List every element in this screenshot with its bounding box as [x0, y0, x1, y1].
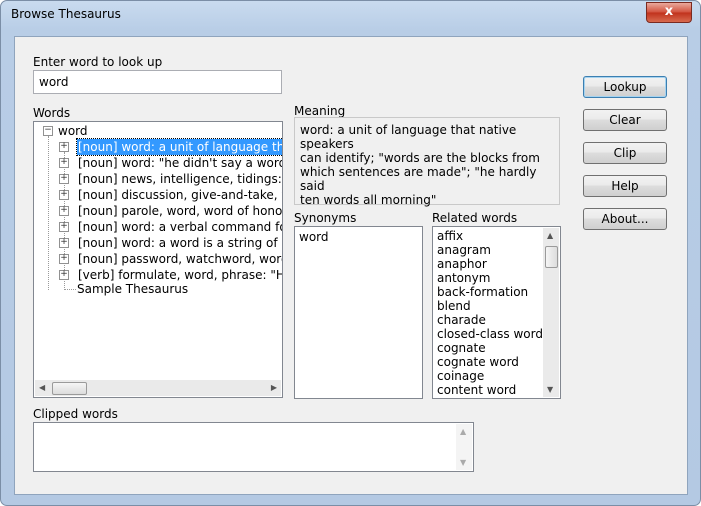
related-word-item[interactable]: anagram: [437, 243, 491, 257]
synonyms-list[interactable]: word: [294, 226, 423, 399]
related-word-item[interactable]: coinage: [437, 369, 484, 383]
dialog-client-area: Enter word to look up word Words − word …: [14, 36, 688, 495]
words-tree[interactable]: − word + [noun] word: a unit of language …: [33, 121, 283, 398]
tree-item-label: [noun] password, watchword, word:: [78, 252, 283, 266]
tree-item-label: [noun] parole, word, word of honor:: [78, 204, 283, 218]
help-button[interactable]: Help: [583, 175, 667, 197]
expand-icon[interactable]: +: [59, 254, 69, 264]
synonyms-label: Synonyms: [294, 211, 357, 225]
tree-item-label: [noun] word: a verbal command for a: [78, 220, 283, 234]
tree-footer-label: Sample Thesaurus: [77, 282, 189, 296]
tree-item-label: [noun] word: a word is a string of bit: [78, 236, 283, 250]
expand-icon[interactable]: +: [59, 158, 69, 168]
synonym-item[interactable]: word: [299, 230, 329, 244]
tree-item-label: [noun] discussion, give-and-take, wo: [78, 188, 283, 202]
scroll-right-icon[interactable]: ▶: [271, 383, 277, 392]
scroll-down-icon[interactable]: ▼: [547, 385, 553, 394]
scroll-thumb[interactable]: [52, 382, 87, 395]
related-list[interactable]: affix anagram anaphor antonym back-formation…: [432, 226, 561, 399]
expand-icon[interactable]: +: [59, 270, 69, 280]
clear-button[interactable]: Clear: [583, 109, 667, 131]
expand-icon[interactable]: +: [59, 222, 69, 232]
expand-icon[interactable]: +: [59, 206, 69, 216]
tree-item-label: [noun] word: "he didn't say a word a: [78, 156, 283, 170]
related-word-item[interactable]: blend: [437, 299, 471, 313]
related-word-item[interactable]: antonym: [437, 271, 490, 285]
words-label: Words: [33, 106, 71, 120]
collapse-icon[interactable]: −: [43, 126, 53, 136]
scroll-thumb[interactable]: [545, 246, 558, 268]
expand-icon[interactable]: +: [59, 174, 69, 184]
related-word-item[interactable]: affix: [437, 229, 463, 243]
tree-guide-line: [48, 136, 49, 290]
related-word-item[interactable]: anaphor: [437, 257, 487, 271]
tree-root-label: word: [58, 124, 88, 138]
scroll-left-icon[interactable]: ◀: [39, 383, 45, 392]
related-vscrollbar[interactable]: ▲ ▼: [543, 228, 559, 397]
lookup-input-value: word: [39, 75, 69, 89]
lookup-button[interactable]: Lookup: [583, 76, 667, 98]
window-title: Browse Thesaurus: [11, 7, 121, 21]
close-icon: x: [664, 4, 674, 19]
related-word-item[interactable]: cognate: [437, 341, 486, 355]
scroll-up-icon[interactable]: ▲: [547, 231, 553, 240]
tree-item-label: [noun] news, intelligence, tidings: ne: [78, 172, 283, 186]
thesaurus-window: Browse Thesaurus x Enter word to look up…: [0, 0, 701, 506]
meaning-box: word: a unit of language that native spe…: [294, 117, 560, 207]
clipped-words-textarea[interactable]: ▲ ▼: [33, 422, 474, 472]
lookup-input[interactable]: word: [33, 70, 282, 94]
close-button[interactable]: x: [646, 2, 692, 23]
expand-icon[interactable]: +: [59, 238, 69, 248]
expand-icon[interactable]: +: [59, 190, 69, 200]
related-word-item[interactable]: charade: [437, 313, 486, 327]
clipped-label: Clipped words: [33, 407, 118, 421]
scroll-down-icon[interactable]: ▼: [460, 458, 466, 467]
related-word-item[interactable]: closed-class word: [437, 327, 543, 341]
lookup-label: Enter word to look up: [33, 55, 163, 69]
title-bar: Browse Thesaurus x: [1, 1, 700, 29]
clipped-vscrollbar[interactable]: ▲ ▼: [456, 424, 472, 470]
meaning-text: word: a unit of language that native spe…: [300, 123, 540, 207]
related-word-item[interactable]: back-formation: [437, 285, 528, 299]
related-word-item[interactable]: content word: [437, 383, 516, 397]
meaning-label: Meaning: [294, 104, 346, 118]
scroll-up-icon[interactable]: ▲: [460, 427, 466, 436]
about-button[interactable]: About...: [583, 208, 667, 230]
related-label: Related words: [432, 211, 518, 225]
clip-button[interactable]: Clip: [583, 142, 667, 164]
tree-item-label: [noun] word: a unit of language that: [75, 138, 282, 156]
tree-guide-line: [64, 289, 76, 290]
words-hscrollbar[interactable]: ◀ ▶: [35, 380, 281, 396]
expand-icon[interactable]: +: [59, 142, 69, 152]
related-word-item[interactable]: cognate word: [437, 355, 519, 369]
